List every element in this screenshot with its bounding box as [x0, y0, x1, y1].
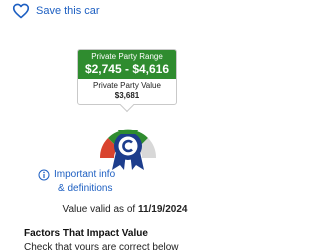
price-report-page: Save this car Private Party Range $2,745… [0, 0, 250, 250]
value-valid-line: Value valid as of 11/19/2024 [0, 204, 250, 215]
private-party-range-card: Private Party Range $2,745 - $4,616 Priv… [77, 49, 177, 113]
factors-heading: Factors That Impact Value [24, 228, 148, 239]
important-info-link[interactable]: Important info & definitions [38, 168, 115, 196]
important-info-line2: & definitions [58, 183, 113, 194]
range-label: Private Party Range [91, 52, 163, 61]
private-party-value-label: Private Party Value [93, 81, 161, 90]
important-info-line1: Important info [54, 169, 116, 180]
save-car-label: Save this car [36, 5, 100, 17]
save-car-button[interactable]: Save this car [12, 2, 100, 20]
info-circle-icon [38, 169, 50, 181]
factors-subtitle: Check that yours are correct below [24, 242, 179, 250]
range-value: $2,745 - $4,616 [84, 62, 170, 76]
value-valid-prefix: Value valid as of [62, 204, 136, 215]
range-header: Private Party Range $2,745 - $4,616 [78, 50, 176, 79]
value-valid-date: 11/19/2024 [137, 204, 188, 215]
price-gauge [99, 129, 157, 170]
heart-outline-icon [12, 3, 30, 19]
